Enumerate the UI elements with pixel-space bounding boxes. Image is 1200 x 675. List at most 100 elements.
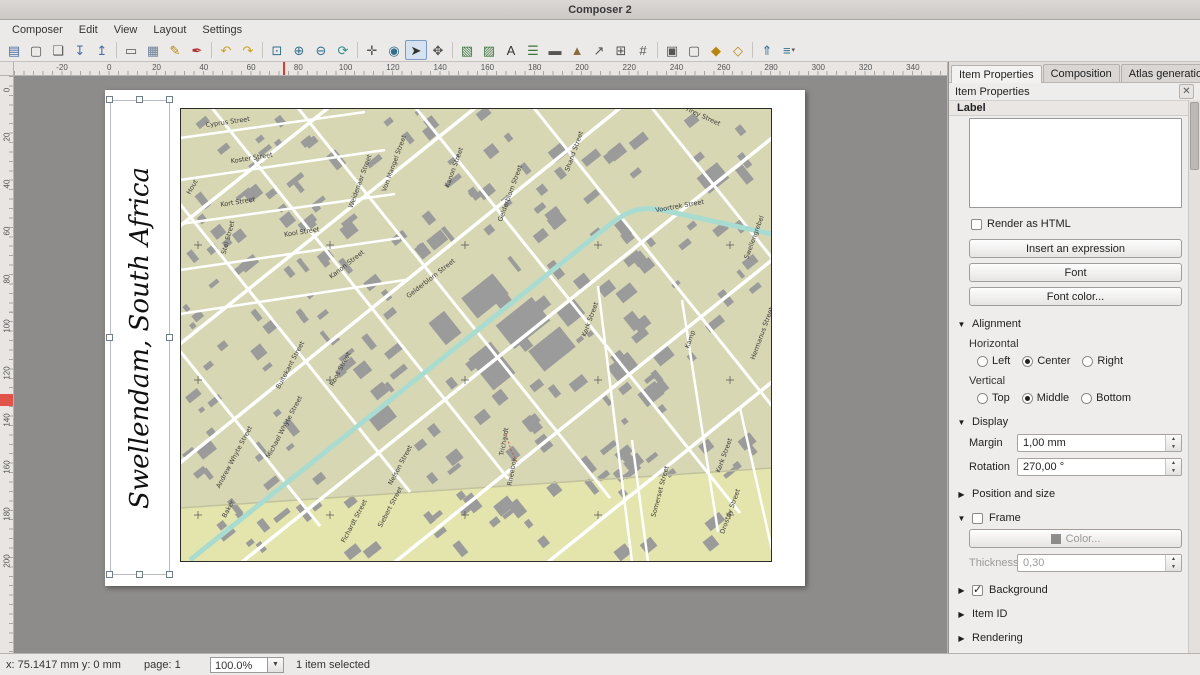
add-items-from-template-icon: ↥ — [97, 44, 108, 57]
alignment-section-header[interactable]: ▼ Alignment — [957, 318, 1182, 330]
group-items-button[interactable]: ▣ — [661, 40, 683, 60]
refresh-view-icon: ⟳ — [338, 44, 349, 57]
selection-handle-top-center[interactable] — [136, 96, 143, 103]
menu-edit[interactable]: Edit — [71, 22, 106, 38]
zoom-in-button[interactable]: ⊕ — [288, 40, 310, 60]
radio-bottom[interactable]: Bottom — [1081, 392, 1131, 404]
selection-handle-top-right[interactable] — [166, 96, 173, 103]
zoom-combobox[interactable]: 100.0% ▼ — [210, 657, 284, 673]
add-legend-button[interactable]: ☰ — [522, 40, 544, 60]
thickness-spinbox[interactable]: 0,30 ▲▼ — [1017, 554, 1182, 572]
radio-top[interactable]: Top — [977, 392, 1010, 404]
radio-right[interactable]: Right — [1082, 355, 1123, 367]
menu-view[interactable]: View — [106, 22, 146, 38]
item-id-section-header[interactable]: ▶ Item ID — [957, 608, 1182, 620]
radio-top-circle[interactable] — [977, 393, 988, 404]
rotation-spinbox[interactable]: 270,00 ° ▲▼ — [1017, 458, 1182, 476]
tab-atlas-generation[interactable]: Atlas generation — [1121, 64, 1200, 82]
print-button[interactable]: ▭ — [120, 40, 142, 60]
add-shape-button[interactable]: ▲ — [566, 40, 588, 60]
refresh-view-button[interactable]: ⟳ — [332, 40, 354, 60]
background-checkbox[interactable] — [972, 585, 983, 596]
export-as-pdf-button[interactable]: ✒ — [186, 40, 208, 60]
composition-page[interactable]: Cyprus StreetKoster StreetHoutKort Stree… — [105, 90, 805, 586]
radio-left[interactable]: Left — [977, 355, 1010, 367]
tab-composition[interactable]: Composition — [1043, 64, 1120, 82]
menu-settings[interactable]: Settings — [194, 22, 250, 38]
zoom-full-button[interactable]: ⊡ — [266, 40, 288, 60]
selection-handle-bottom-left[interactable] — [106, 571, 113, 578]
export-as-svg-button[interactable]: ✎ — [164, 40, 186, 60]
selection-handle-mid-right[interactable] — [166, 334, 173, 341]
radio-right-circle[interactable] — [1082, 356, 1093, 367]
save-project-button[interactable]: ▤ — [3, 40, 25, 60]
frame-section-header[interactable]: ▼ Frame — [957, 512, 1182, 524]
menu-composer[interactable]: Composer — [4, 22, 71, 38]
radio-left-circle[interactable] — [977, 356, 988, 367]
selection-handle-top-left[interactable] — [106, 96, 113, 103]
composer-canvas[interactable]: Cyprus StreetKoster StreetHoutKort Stree… — [14, 76, 947, 653]
rotation-value[interactable]: 270,00 ° — [1018, 459, 1165, 475]
spin-up-icon[interactable]: ▲ — [1166, 459, 1181, 467]
spin-up-icon[interactable]: ▲ — [1166, 435, 1181, 443]
radio-middle[interactable]: Middle — [1022, 392, 1069, 404]
map-item[interactable]: Cyprus StreetKoster StreetHoutKort Stree… — [180, 108, 772, 562]
add-html-frame-button[interactable]: # — [632, 40, 654, 60]
zoom-dropdown-icon[interactable]: ▼ — [268, 657, 284, 673]
raise-items-button[interactable]: ⇑ — [756, 40, 778, 60]
font-color-button[interactable]: Font color... — [969, 287, 1182, 306]
frame-checkbox[interactable] — [972, 513, 983, 524]
undo-button[interactable]: ↶ — [215, 40, 237, 60]
background-section-header[interactable]: ▶ Background — [957, 584, 1182, 596]
margin-value[interactable]: 1,00 mm — [1018, 435, 1165, 451]
zoom-tool-button[interactable]: ◉ — [383, 40, 405, 60]
spin-down-icon[interactable]: ▼ — [1166, 443, 1181, 451]
ungroup-items-button[interactable]: ▢ — [683, 40, 705, 60]
align-items-button[interactable]: ≡▾ — [778, 40, 800, 60]
pan-button[interactable]: ✛ — [361, 40, 383, 60]
move-item-content-button[interactable]: ✥ — [427, 40, 449, 60]
position-size-section-header[interactable]: ▶ Position and size — [957, 488, 1182, 500]
export-as-image-button[interactable]: ▦ — [142, 40, 164, 60]
rendering-section-header[interactable]: ▶ Rendering — [957, 632, 1182, 644]
window-titlebar[interactable]: Composer 2 — [0, 0, 1200, 20]
redo-button[interactable]: ↷ — [237, 40, 259, 60]
add-attribute-table-button[interactable]: ⊞ — [610, 40, 632, 60]
margin-spinbox[interactable]: 1,00 mm ▲▼ — [1017, 434, 1182, 452]
add-items-from-template-button[interactable]: ↥ — [91, 40, 113, 60]
label-section-title: Label — [957, 102, 986, 114]
radio-center-circle[interactable] — [1022, 356, 1033, 367]
duplicate-composition-button[interactable]: ❏ — [47, 40, 69, 60]
selection-handle-bottom-right[interactable] — [166, 571, 173, 578]
display-section-header[interactable]: ▼ Display — [957, 416, 1182, 428]
render-as-html-checkbox[interactable] — [971, 219, 982, 230]
add-arrow-button[interactable]: ↗ — [588, 40, 610, 60]
insert-expression-button[interactable]: Insert an expression — [969, 239, 1182, 258]
spin-down-icon[interactable]: ▼ — [1166, 467, 1181, 475]
radio-middle-circle[interactable] — [1022, 393, 1033, 404]
panel-close-icon[interactable]: ✕ — [1179, 84, 1194, 99]
lock-items-button[interactable]: ◆ — [705, 40, 727, 60]
unlock-items-button[interactable]: ◇ — [727, 40, 749, 60]
zoom-value[interactable]: 100.0% — [210, 657, 268, 673]
panel-scrollbar[interactable] — [1188, 100, 1200, 653]
new-composition-button[interactable]: ▢ — [25, 40, 47, 60]
label-text-editor[interactable] — [969, 118, 1182, 208]
font-button[interactable]: Font — [969, 263, 1182, 282]
add-image-button[interactable]: ▨ — [478, 40, 500, 60]
label-item[interactable]: Swellendam, South Africa — [110, 100, 170, 575]
panel-scrollbar-thumb[interactable] — [1190, 102, 1199, 170]
menu-layout[interactable]: Layout — [145, 22, 194, 38]
selection-handle-mid-left[interactable] — [106, 334, 113, 341]
frame-color-button[interactable]: Color... — [969, 529, 1182, 548]
radio-bottom-circle[interactable] — [1081, 393, 1092, 404]
selection-handle-bottom-center[interactable] — [136, 571, 143, 578]
add-new-map-button[interactable]: ▧ — [456, 40, 478, 60]
add-scalebar-button[interactable]: ▬ — [544, 40, 566, 60]
select-move-item-button[interactable]: ➤ — [405, 40, 427, 60]
tab-item-properties[interactable]: Item Properties — [951, 65, 1042, 83]
save-as-template-button[interactable]: ↧ — [69, 40, 91, 60]
add-label-button[interactable]: A — [500, 40, 522, 60]
zoom-out-button[interactable]: ⊖ — [310, 40, 332, 60]
radio-center[interactable]: Center — [1022, 355, 1070, 367]
